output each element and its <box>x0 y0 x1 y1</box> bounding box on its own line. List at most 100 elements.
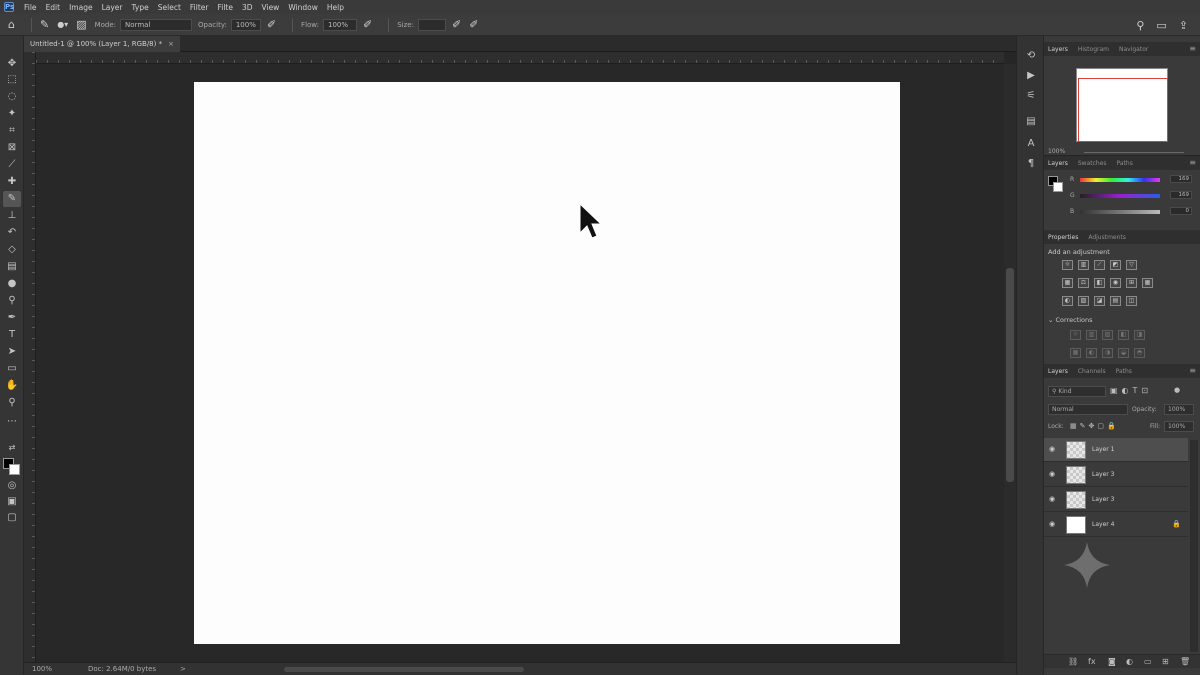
menu-layer[interactable]: Layer <box>102 3 123 12</box>
tab-color-3[interactable]: Paths <box>1117 160 1133 167</box>
pressure-opacity-icon[interactable]: ✐ <box>267 18 276 31</box>
layer-opacity-input[interactable]: 100% <box>1164 404 1194 415</box>
link-layers-icon[interactable]: ⛓ <box>1068 657 1078 666</box>
panel-menu-icon[interactable]: ≡ <box>1189 366 1196 375</box>
color-balance-icon[interactable]: ⚖ <box>1078 278 1089 288</box>
panel-menu-icon[interactable]: ≡ <box>1189 158 1196 167</box>
photo-filter-icon[interactable]: ◉ <box>1110 278 1121 288</box>
brush-settings-icon[interactable]: ▨ <box>76 18 86 31</box>
brush-preset-icon[interactable]: ●▾ <box>57 20 68 29</box>
color-value[interactable]: 169 <box>1170 191 1192 199</box>
black-white-icon[interactable]: ◧ <box>1094 278 1105 288</box>
channel-mixer-icon[interactable]: ⊞ <box>1126 278 1137 288</box>
zoom-tool-icon[interactable]: ⚲ <box>3 395 21 411</box>
path-selection-tool-icon[interactable]: ➤ <box>3 344 21 360</box>
share-icon[interactable]: ⇪ <box>1179 19 1188 32</box>
rectangle-tool-icon[interactable]: ▭ <box>3 361 21 377</box>
vertical-scrollbar-thumb[interactable] <box>1006 268 1014 482</box>
filter-icons[interactable]: ▣◐T⊡ <box>1110 386 1152 395</box>
layer-row[interactable]: ◉ Layer 4 🔒 <box>1044 513 1188 537</box>
visibility-eye-icon[interactable]: ◉ <box>1049 520 1055 528</box>
actions-panel-icon[interactable]: ▶ <box>1023 68 1039 84</box>
pressure-size-icon[interactable]: ✐ <box>452 18 461 31</box>
layer-row[interactable]: ◉ Layer 3 <box>1044 463 1188 487</box>
tab-color-1[interactable]: Layers <box>1048 160 1068 167</box>
opacity-input[interactable]: 100% <box>230 18 261 31</box>
correction-icon[interactable]: ▧ <box>1102 330 1113 340</box>
layer-kind-filter[interactable]: ⚲ Kind <box>1048 386 1106 397</box>
tab-properties[interactable]: Properties <box>1048 234 1078 241</box>
mode-select[interactable]: Normal <box>120 18 193 31</box>
quick-mask-icon[interactable]: ◎ <box>3 478 21 494</box>
menu-filter[interactable]: Filter <box>190 3 209 12</box>
extra-tool-icon[interactable]: ▢ <box>3 510 21 526</box>
blue-slider[interactable] <box>1080 210 1160 214</box>
pen-tool-icon[interactable]: ✒ <box>3 310 21 326</box>
correction-icon[interactable]: ◑ <box>1102 348 1113 358</box>
layer-name[interactable]: Layer 3 <box>1092 471 1114 478</box>
magic-wand-tool-icon[interactable]: ✦ <box>3 106 21 122</box>
invert-icon[interactable]: ◐ <box>1062 296 1073 306</box>
horizontal-scrollbar-thumb[interactable] <box>284 667 524 672</box>
history-panel-icon[interactable]: ⟲ <box>1023 48 1039 64</box>
layer-row[interactable]: ◉ Layer 3 <box>1044 488 1188 512</box>
swap-colors-icon[interactable]: ⇄ <box>3 440 21 456</box>
new-layer-icon[interactable]: ⊞ <box>1162 657 1169 666</box>
lasso-tool-icon[interactable]: ◌ <box>3 89 21 105</box>
vertical-ruler[interactable] <box>24 52 36 662</box>
hue-saturation-icon[interactable]: ▦ <box>1062 278 1073 288</box>
eyedropper-tool-icon[interactable]: ⟋ <box>3 157 21 173</box>
document-tab[interactable]: Untitled-1 @ 100% (Layer 1, RGB/8) * × <box>24 36 180 52</box>
navigator-zoom-slider[interactable] <box>1084 152 1184 153</box>
navigator-view-box[interactable] <box>1078 78 1168 142</box>
panel-menu-icon[interactable]: ≡ <box>1189 44 1196 53</box>
symmetry-icon[interactable]: ✐ <box>469 18 478 31</box>
correction-icon[interactable]: ◐ <box>1086 348 1097 358</box>
fill-input[interactable]: 100% <box>1164 421 1194 432</box>
color-value[interactable]: 169 <box>1170 175 1192 183</box>
correction-icon[interactable]: ▥ <box>1086 330 1097 340</box>
color-value[interactable]: 0 <box>1170 207 1192 215</box>
group-icon[interactable]: ▭ <box>1144 657 1152 666</box>
properties-panel-icon[interactable]: ▤ <box>1023 114 1039 130</box>
workspace-icon[interactable]: ▭ <box>1156 19 1166 32</box>
menu-image[interactable]: Image <box>69 3 93 12</box>
delete-layer-icon[interactable]: 🗑 <box>1180 657 1190 666</box>
horizontal-ruler[interactable] <box>36 52 1004 64</box>
adjustments-panel-icon[interactable]: ⚟ <box>1023 88 1039 104</box>
layer-style-icon[interactable]: fx <box>1088 657 1096 666</box>
tab-navigator-2[interactable]: Histogram <box>1078 46 1109 53</box>
layer-name[interactable]: Layer 4 <box>1092 521 1114 528</box>
levels-icon[interactable]: ▥ <box>1078 260 1089 270</box>
document-info[interactable]: Doc: 2.64M/0 bytes <box>88 663 156 675</box>
green-slider[interactable] <box>1080 194 1160 198</box>
status-menu-arrow[interactable]: > <box>180 663 186 675</box>
tab-layers[interactable]: Layers <box>1048 368 1068 375</box>
search-icon[interactable]: ⚲ <box>1136 19 1144 32</box>
flow-input[interactable]: 100% <box>323 18 358 31</box>
correction-icon[interactable]: ◓ <box>1134 348 1145 358</box>
correction-icon[interactable]: ◨ <box>1134 330 1145 340</box>
correction-icon[interactable]: ▦ <box>1070 348 1081 358</box>
correction-icon[interactable]: ☼ <box>1070 330 1081 340</box>
tab-channels[interactable]: Channels <box>1078 368 1106 375</box>
tab-navigator-1[interactable]: Layers <box>1048 46 1068 53</box>
frame-tool-icon[interactable]: ⊠ <box>3 140 21 156</box>
eraser-tool-icon[interactable]: ◇ <box>3 242 21 258</box>
menu-help[interactable]: Help <box>327 3 344 12</box>
layers-scrollbar[interactable] <box>1190 440 1198 652</box>
type-tool-icon[interactable]: T <box>3 327 21 343</box>
vibrance-icon[interactable]: ▽ <box>1126 260 1137 270</box>
marquee-tool-icon[interactable]: ⬚ <box>3 72 21 88</box>
size-input[interactable] <box>417 18 446 31</box>
lock-icon[interactable]: 🔒 <box>1172 520 1181 528</box>
posterize-icon[interactable]: ▨ <box>1078 296 1089 306</box>
home-icon[interactable]: ⌂ <box>8 18 15 31</box>
background-color-swatch[interactable] <box>9 464 20 475</box>
menu-view[interactable]: View <box>262 3 280 12</box>
exposure-icon[interactable]: ◩ <box>1110 260 1121 270</box>
history-brush-tool-icon[interactable]: ↶ <box>3 225 21 241</box>
filter-toggle-icon[interactable]: ● <box>1174 386 1180 394</box>
paragraph-panel-icon[interactable]: ¶ <box>1023 156 1039 172</box>
lock-options-icons[interactable]: ▦✎✥▢🔒 <box>1070 422 1119 430</box>
